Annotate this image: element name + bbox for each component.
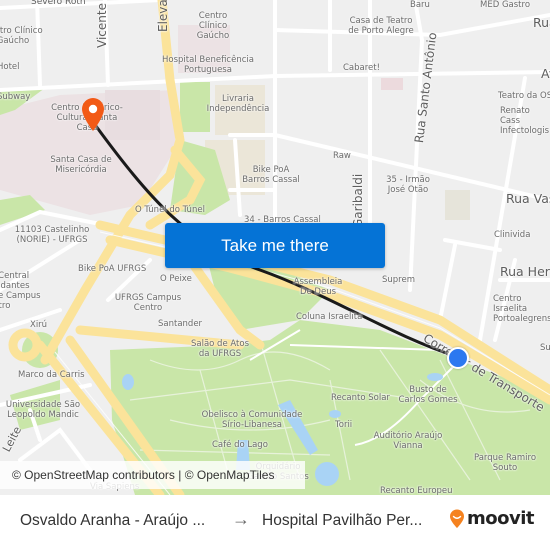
take-me-there-button[interactable]: Take me there	[165, 223, 385, 268]
poi-label: Coluna Israelita	[296, 312, 363, 322]
poi-label: Casa de Teatro de Porto Alegre	[348, 16, 414, 36]
street-label: Garibaldi	[351, 173, 365, 228]
poi-label: O Peixe	[160, 274, 192, 284]
pond	[427, 373, 443, 381]
poi-label: MED Gastro	[480, 0, 531, 10]
poi-label: Rio Central Estudantes Sede Campus Centr…	[0, 271, 41, 311]
pond	[122, 374, 134, 390]
street-label: Elevada	[156, 0, 170, 32]
map-attribution[interactable]: © OpenStreetMap contributors | © OpenMap…	[0, 461, 305, 489]
street-label: Raw	[333, 151, 351, 161]
poi-label: Bike PoA Barros Cassal	[242, 165, 300, 185]
poi-label: Centro Clínico Gaúcho	[196, 11, 230, 41]
street-label: Rua Her	[500, 264, 550, 279]
street-label: Rua	[533, 15, 550, 30]
poi-label: Busto de Carlos Gomes	[398, 385, 458, 405]
street-label: Vicente	[95, 3, 109, 48]
poi-label: Centro Clínico Gaúcho	[0, 26, 43, 46]
poi-label: Suprem	[382, 275, 415, 285]
pond	[329, 410, 341, 418]
poi-label: Santa Casa de Misericórdia	[50, 155, 112, 175]
poi-label: Torii	[335, 420, 353, 430]
poi-label: Café do Lago	[212, 440, 268, 450]
route-destination-label: Hospital Pavilhão Per...	[262, 512, 423, 529]
poi-label: Livraria Independência	[206, 94, 270, 114]
poi-label: O Túnel do Túnel	[135, 205, 205, 215]
poi-label: Universidade São Leopoldo Mandic	[5, 400, 81, 420]
poi-label: Cabaret!	[343, 63, 381, 73]
poi-label: Baru	[410, 0, 430, 10]
poi-label: Parque Ramiro Souto	[473, 453, 537, 473]
poi-label: Santander	[158, 319, 203, 329]
arrow-right-icon: →	[232, 509, 250, 529]
street-label: Severo Roth	[31, 0, 86, 7]
poi-label: Recanto Europeu	[380, 486, 453, 495]
moovit-pin-icon	[450, 509, 464, 528]
poi-label: Assembleia De Deus	[293, 277, 343, 297]
poi-label: 35 - Irmão José Otão	[386, 175, 430, 195]
poi-label: Obelisco à Comunidade Sírio-Libanesa	[201, 410, 303, 430]
poi-label: Su	[540, 343, 550, 353]
poi-label: Hotel	[0, 62, 20, 72]
building-area	[381, 78, 403, 90]
poi-label: Hospital Beneficência Portuguesa	[162, 55, 254, 75]
poi-label: Subway	[0, 92, 31, 102]
poi-label: Salão de Atos da UFRGS	[190, 339, 250, 359]
map-view[interactable]: Severo Roth Vicente Elevada Rua Santo An…	[0, 0, 550, 495]
route-origin-label: Osvaldo Aranha - Araújo ...	[20, 512, 206, 529]
poi-label: Xirú	[30, 320, 48, 330]
destination-pin-icon[interactable]	[80, 96, 106, 132]
route-footer: Osvaldo Aranha - Araújo ... → Hospital P…	[0, 495, 550, 550]
poi-label: Clinivida	[494, 230, 531, 240]
poi-label: Bike PoA UFRGS	[78, 264, 147, 274]
poi-label: UFRGS Campus Centro	[114, 293, 182, 313]
brand-name: moovit	[467, 508, 535, 529]
poi-label: 11103 Castelinho (NORIE) - UFRGS	[14, 225, 90, 245]
poi-label: Recanto Solar	[331, 393, 390, 403]
moovit-logo[interactable]: moovit	[449, 508, 535, 529]
origin-location-icon[interactable]	[447, 347, 469, 369]
poi-label: Centro Israelita Portoalegrense	[493, 294, 550, 324]
poi-label: Renato Cass Infectologis	[500, 106, 550, 136]
pond	[315, 462, 339, 486]
poi-label: Teatro da OS	[498, 91, 550, 101]
poi-label: Marco da Carris	[18, 370, 85, 380]
street-label: Rua Vas	[506, 191, 550, 206]
street-label: Av	[541, 66, 550, 81]
commercial-area	[445, 190, 470, 220]
poi-label: Auditório Araújo Vianna	[373, 431, 443, 451]
